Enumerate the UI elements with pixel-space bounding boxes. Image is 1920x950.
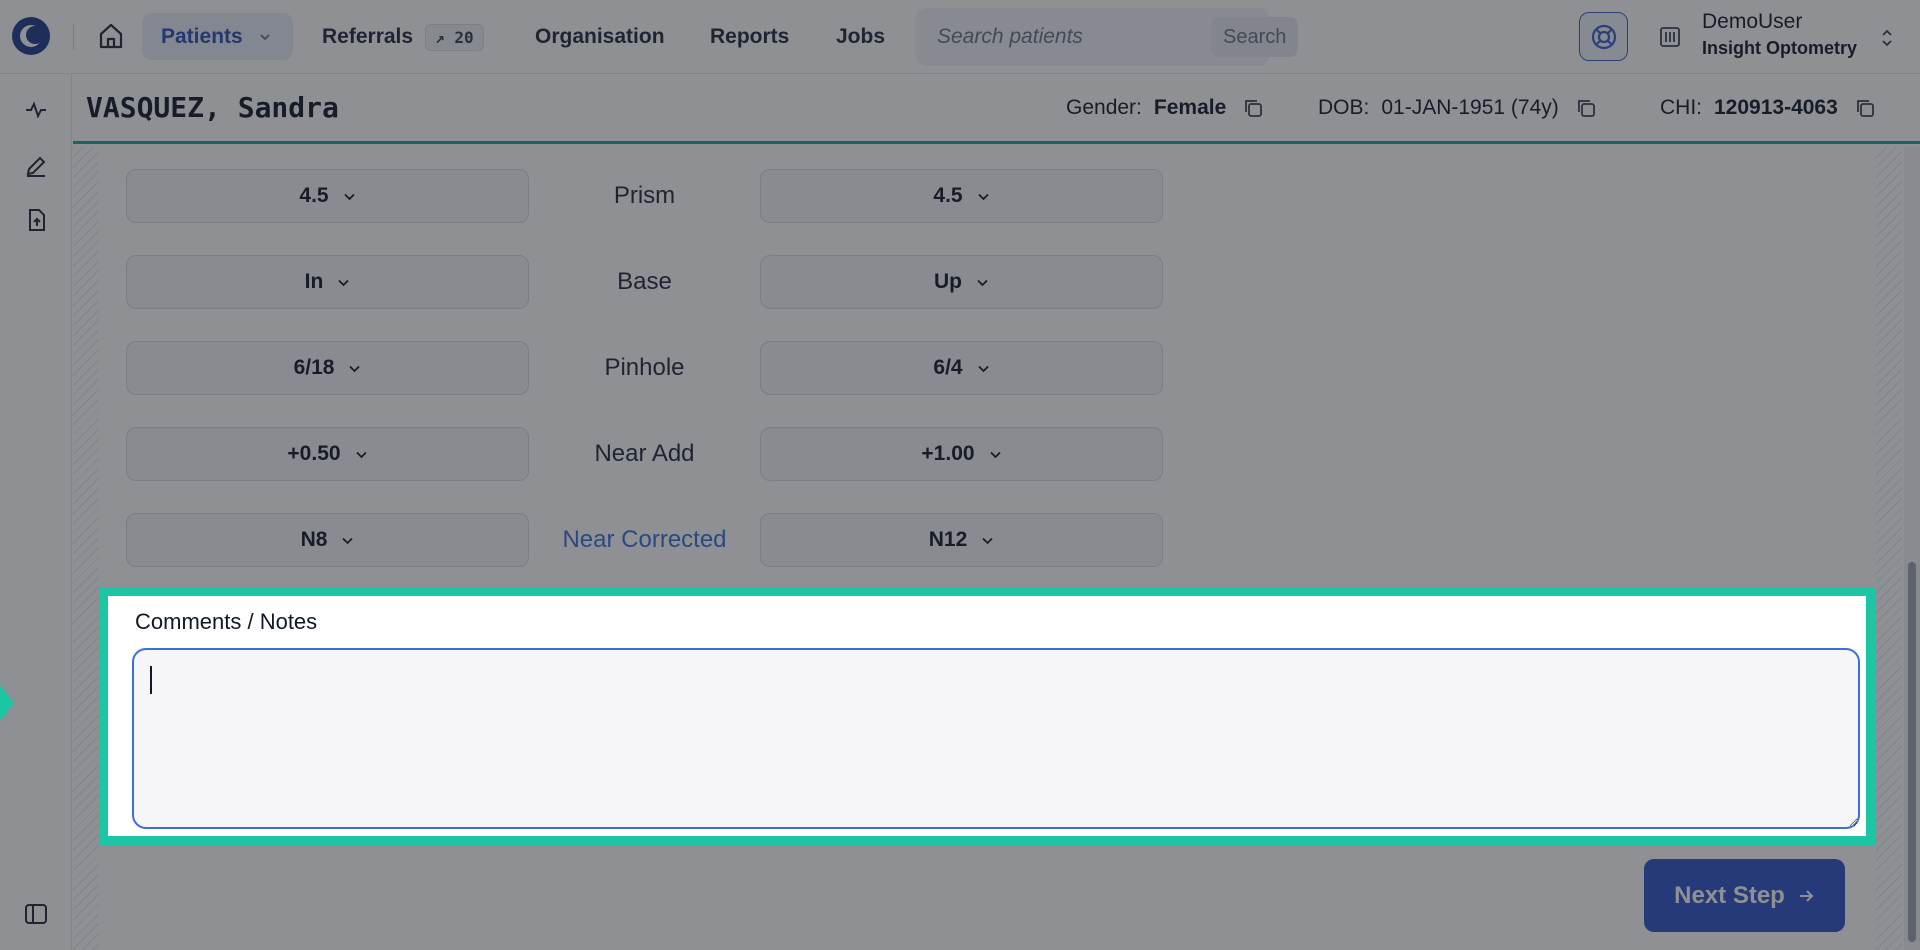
notes-label: Comments / Notes	[135, 609, 318, 634]
notes-spotlight: Comments / Notes	[99, 587, 1875, 845]
text-caret	[150, 666, 152, 694]
notes-textarea[interactable]	[132, 648, 1860, 829]
